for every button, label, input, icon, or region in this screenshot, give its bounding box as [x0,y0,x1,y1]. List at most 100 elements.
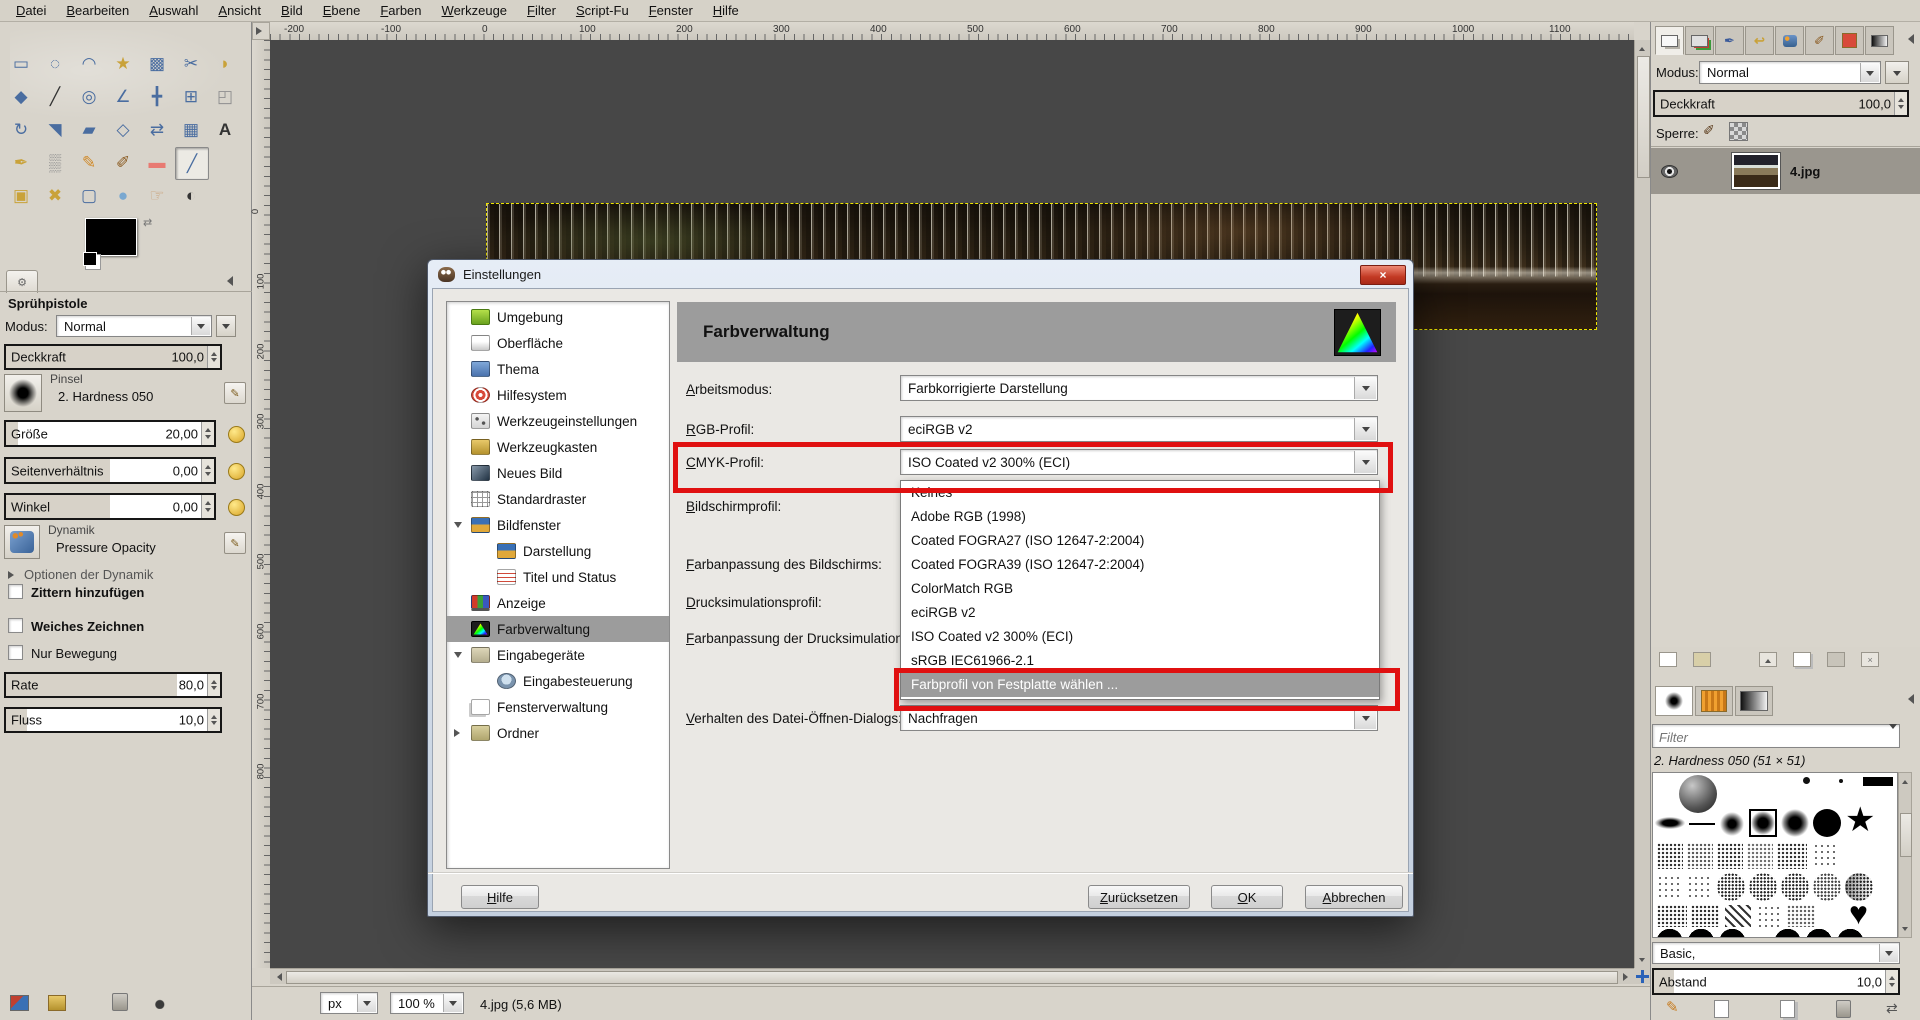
move-tool[interactable]: ╋ [141,81,173,112]
brush-swatch[interactable] [1725,905,1751,927]
smudge-tool[interactable]: ☞ [141,180,173,211]
tree-item-fensterverwaltung[interactable]: Fensterverwaltung [447,694,669,720]
cmyk-profile-dropdown[interactable]: Keines Adobe RGB (1998) Coated FOGRA27 (… [900,480,1380,700]
tab-gradients[interactable] [1865,26,1894,55]
fuzzy-select-tool[interactable]: ★ [107,48,139,79]
edit-brush-icon[interactable]: ✎ [1666,998,1679,1016]
brush-swatch[interactable] [1813,809,1841,837]
tab-tool-options[interactable]: ⚙ [6,270,38,293]
navigation-cross-icon[interactable] [1634,968,1650,984]
perspective-clone-tool[interactable]: ▢ [73,180,105,211]
visibility-eye-icon[interactable] [1661,165,1678,178]
aspect-ratio-slider[interactable]: Seitenverhältnis 0,00 [4,457,216,484]
layer-row[interactable]: 4.jpg [1651,148,1920,194]
vscroll-thumb[interactable] [1637,56,1650,178]
menu-datei[interactable]: Datei [6,0,56,21]
image-thumb-icon[interactable] [10,995,29,1011]
refresh-brushes-icon[interactable]: ⇄ [1886,1000,1898,1017]
menu-bearbeiten[interactable]: Bearbeiten [56,0,139,21]
lock-paint-icon[interactable]: ✐ [1703,122,1715,139]
vertical-scrollbar[interactable] [1634,40,1650,968]
menu-filter[interactable]: Filter [517,0,566,21]
eraser-tool[interactable]: ▬ [141,147,173,178]
rotate-tool[interactable]: ↻ [5,114,37,145]
mode-reset-button[interactable] [216,315,236,337]
brush-swatch[interactable] [1657,905,1687,927]
tab-patterns-preview[interactable] [1695,686,1733,716]
brush-grid-scrollbar[interactable] [1898,772,1912,938]
flip-tool[interactable]: ⇄ [141,114,173,145]
rate-slider[interactable]: Rate 80,0 [4,672,222,698]
zoom-select[interactable]: 100 % [390,992,464,1014]
working-mode-select[interactable]: Farbkorrigierte Darstellung [900,375,1378,401]
default-colors-icon[interactable] [83,252,97,266]
tree-item-umgebung[interactable]: Umgebung [447,304,669,330]
unit-select[interactable]: px [320,992,378,1014]
angle-slider[interactable]: Winkel 0,00 [4,493,216,520]
hscroll-thumb[interactable] [286,971,1618,984]
checkbox-icon[interactable] [8,645,23,660]
gradient-tool[interactable]: ▒ [39,147,71,178]
chevron-down-icon[interactable] [443,994,462,1012]
cmyk-profile-select[interactable]: ISO Coated v2 300% (ECI) [900,449,1378,475]
layer-mode-select[interactable]: Normal [1699,61,1881,84]
chevron-down-icon[interactable] [1879,944,1898,962]
ruler-corner-button[interactable] [252,22,270,40]
scroll-down-icon[interactable] [1898,923,1912,937]
brush-swatch[interactable] [1781,873,1809,901]
tree-item-eingabesteuerung[interactable]: Eingabesteuerung [447,668,669,694]
brush-swatch[interactable] [1657,843,1683,869]
layer-list[interactable]: 4.jpg [1651,146,1920,647]
perspective-tool[interactable]: ◇ [107,114,139,145]
menu-hilfe[interactable]: Hilfe [703,0,749,21]
brush-swatch[interactable] [1691,905,1719,927]
checkbox-icon[interactable] [8,618,23,633]
brush-swatch-selected[interactable] [1749,809,1777,837]
dialog-title-bar[interactable]: Einstellungen [428,260,1413,288]
scroll-right-icon[interactable] [1620,970,1634,984]
dropdown-item[interactable]: Adobe RGB (1998) [901,505,1379,529]
pencil-tool[interactable]: ✎ [73,147,105,178]
brush-swatch[interactable] [1863,777,1893,786]
brush-swatch-sphere[interactable] [1679,775,1717,813]
dynamics-options-expander[interactable]: Optionen der Dynamik [8,567,153,582]
expander-open-icon[interactable] [454,522,462,532]
brush-swatch[interactable] [1687,875,1713,899]
horizontal-scrollbar[interactable] [270,968,1634,984]
tab-paths[interactable]: ✒ [1715,26,1744,55]
tree-item-ordner[interactable]: Ordner [447,720,669,746]
menu-werkzeuge[interactable]: Werkzeuge [432,0,518,21]
horizontal-ruler[interactable]: -200 -100 0 100 200 300 400 500 600 700 … [270,22,1634,40]
tree-item-standardraster[interactable]: Standardraster [447,486,669,512]
chevron-down-icon[interactable] [1354,418,1376,440]
brush-swatch[interactable] [1813,873,1841,901]
file-open-behaviour-select[interactable]: Nachfragen [900,705,1378,731]
chevron-down-icon[interactable] [1354,707,1376,729]
dropdown-item[interactable]: Coated FOGRA27 (ISO 12647-2:2004) [901,529,1379,553]
scroll-left-icon[interactable] [270,970,284,984]
close-button[interactable]: × [1360,265,1406,285]
brush-swatch[interactable] [1813,843,1839,869]
brush-swatch[interactable] [1687,843,1713,869]
size-slider[interactable]: Größe 20,00 [4,420,216,447]
chevron-down-icon[interactable] [357,994,376,1012]
tree-item-anzeige[interactable]: Anzeige [447,590,669,616]
brush-swatch[interactable] [1717,873,1745,901]
text-tool[interactable]: A [209,114,241,145]
angle-spinner[interactable] [201,495,214,518]
brush-swatch[interactable] [1787,905,1815,927]
expander-open-icon[interactable] [454,652,462,662]
spacing-spinner[interactable] [1885,970,1898,993]
brush-swatch[interactable] [1803,777,1810,784]
tab-brushes-dock[interactable]: ✐ [1805,26,1834,55]
foreground-select-tool[interactable]: ◗ [209,48,241,79]
chevron-down-icon[interactable] [1354,451,1376,473]
color-area[interactable]: ⇄ [85,218,195,270]
checkbox-icon[interactable] [8,584,23,599]
menu-ebene[interactable]: Ebene [313,0,371,21]
edit-dynamics-button[interactable]: ✎ [224,532,246,554]
tree-item-bildfenster[interactable]: Bildfenster [447,512,669,538]
layer-opacity-spinner[interactable] [1894,92,1907,115]
brush-swatch[interactable] [1781,809,1809,837]
tab-undo-history[interactable]: ↩ [1745,26,1774,55]
